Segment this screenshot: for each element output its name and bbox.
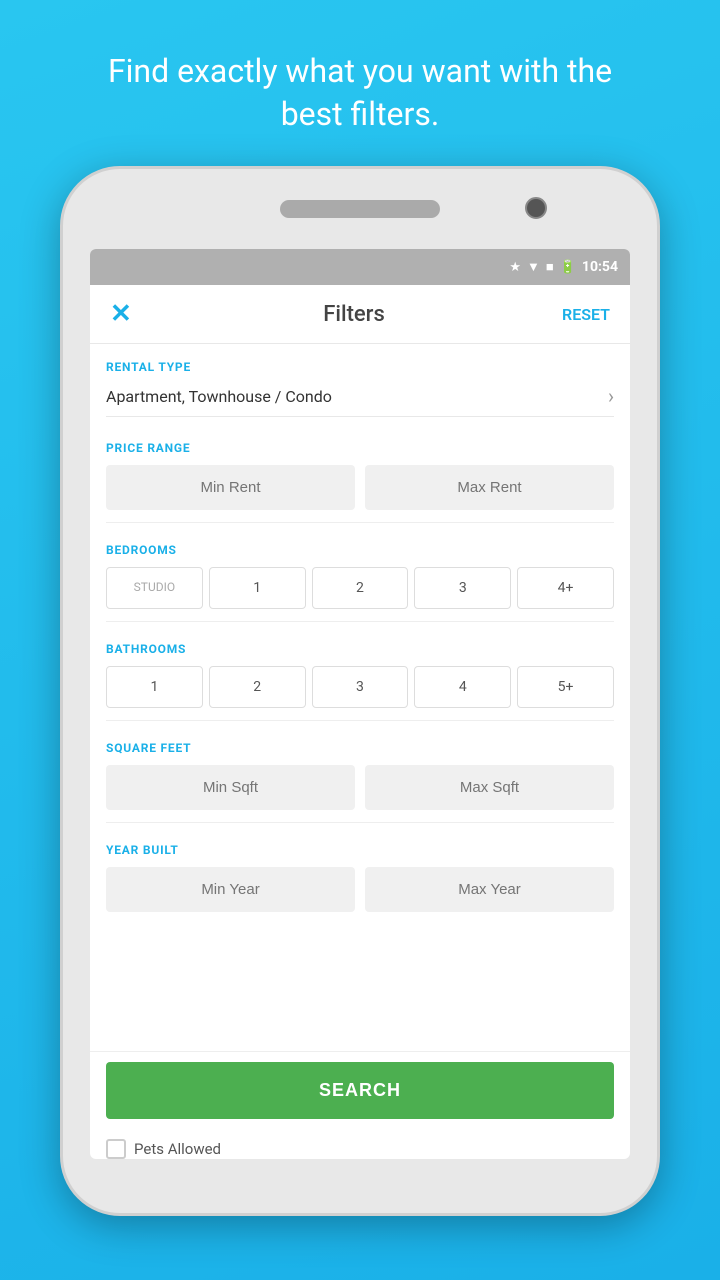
min-year-input[interactable] bbox=[106, 867, 355, 912]
app-content: ✕ Filters RESET RENTAL TYPE Apartment, T… bbox=[90, 285, 630, 1159]
bathroom-option-5+[interactable]: 5+ bbox=[517, 666, 614, 708]
reset-button[interactable]: RESET bbox=[562, 305, 610, 324]
phone-shell: ★ ▼ ■ 🔋 10:54 ✕ Filters RESET RENTAL TYP… bbox=[60, 166, 660, 1216]
battery-icon: 🔋 bbox=[560, 260, 576, 275]
bedroom-option-2[interactable]: 2 bbox=[312, 567, 409, 609]
rental-type-label: RENTAL TYPE bbox=[106, 360, 614, 374]
bluetooth-icon: ★ bbox=[509, 260, 521, 275]
year-built-section: YEAR BUILT bbox=[106, 827, 614, 920]
max-sqft-input[interactable] bbox=[365, 765, 614, 810]
price-range-label: PRICE RANGE bbox=[106, 441, 614, 455]
bathroom-option-2[interactable]: 2 bbox=[209, 666, 306, 708]
rental-type-row[interactable]: Apartment, Townhouse / Condo › bbox=[106, 384, 614, 417]
chevron-right-icon: › bbox=[608, 384, 614, 408]
year-built-label: YEAR BUILT bbox=[106, 843, 614, 857]
top-bar: ✕ Filters RESET bbox=[90, 285, 630, 344]
filter-body: RENTAL TYPE Apartment, Townhouse / Condo… bbox=[90, 344, 630, 1051]
camera bbox=[525, 197, 547, 219]
status-time: 10:54 bbox=[582, 259, 618, 275]
bedroom-option-studio[interactable]: STUDIO bbox=[106, 567, 203, 609]
bedroom-option-1[interactable]: 1 bbox=[209, 567, 306, 609]
bedrooms-label: BEDROOMS bbox=[106, 543, 614, 557]
pets-checkbox[interactable] bbox=[106, 1139, 126, 1159]
wifi-icon: ▼ bbox=[527, 259, 540, 275]
pets-row[interactable]: Pets Allowed bbox=[90, 1129, 630, 1159]
bathrooms-label: BATHROOMS bbox=[106, 642, 614, 656]
bathroom-option-1[interactable]: 1 bbox=[106, 666, 203, 708]
status-bar: ★ ▼ ■ 🔋 10:54 bbox=[90, 249, 630, 285]
screen: ★ ▼ ■ 🔋 10:54 ✕ Filters RESET RENTAL TYP… bbox=[90, 249, 630, 1159]
bedroom-option-4+[interactable]: 4+ bbox=[517, 567, 614, 609]
min-rent-input[interactable] bbox=[106, 465, 355, 510]
max-rent-input[interactable] bbox=[365, 465, 614, 510]
bathroom-option-4[interactable]: 4 bbox=[414, 666, 511, 708]
min-sqft-input[interactable] bbox=[106, 765, 355, 810]
max-year-input[interactable] bbox=[365, 867, 614, 912]
signal-icon: ■ bbox=[546, 259, 554, 275]
bedroom-option-3[interactable]: 3 bbox=[414, 567, 511, 609]
rental-type-section: RENTAL TYPE Apartment, Townhouse / Condo… bbox=[106, 344, 614, 425]
square-feet-section: SQUARE FEET bbox=[106, 725, 614, 818]
search-button[interactable]: SEARCH bbox=[106, 1062, 614, 1119]
bathroom-option-3[interactable]: 3 bbox=[312, 666, 409, 708]
page-title: Filters bbox=[146, 302, 562, 327]
rental-type-value: Apartment, Townhouse / Condo bbox=[106, 387, 332, 406]
pets-label: Pets Allowed bbox=[134, 1140, 221, 1158]
price-range-section: PRICE RANGE bbox=[106, 425, 614, 518]
square-feet-label: SQUARE FEET bbox=[106, 741, 614, 755]
close-button[interactable]: ✕ bbox=[110, 299, 146, 329]
bedrooms-section: BEDROOMS STUDIO1234+ bbox=[106, 527, 614, 617]
search-bar: SEARCH bbox=[90, 1051, 630, 1129]
bathrooms-section: BATHROOMS 12345+ bbox=[106, 626, 614, 716]
speaker bbox=[280, 200, 440, 218]
promo-header: Find exactly what you want with the best… bbox=[0, 0, 720, 166]
